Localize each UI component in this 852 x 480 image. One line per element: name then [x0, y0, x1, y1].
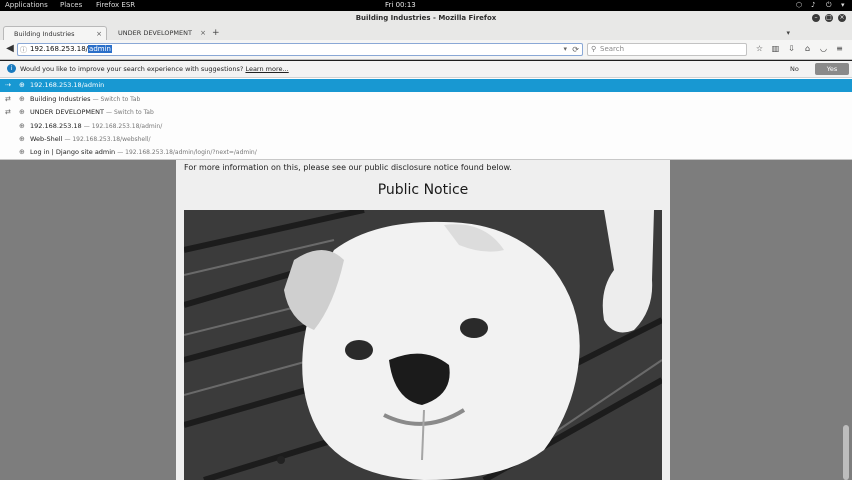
- globe-icon: ⊕: [19, 108, 25, 116]
- yes-button[interactable]: Yes: [815, 63, 849, 75]
- close-tab-icon[interactable]: ×: [96, 27, 102, 40]
- suggestion-message: Would you like to improve your search ex…: [20, 61, 289, 77]
- globe-icon: ⊕: [19, 122, 25, 130]
- page-scrollbar[interactable]: [843, 425, 849, 480]
- volume-icon[interactable]: ♪: [811, 1, 818, 9]
- globe-icon: ⊕: [19, 135, 25, 143]
- autocomplete-item[interactable]: ⇄ ⊕ Building Industries — Switch to Tab: [0, 93, 852, 106]
- top-panel: Applications Places Firefox ESR Fri 00:1…: [0, 0, 852, 11]
- search-suggestion-bar: i Would you like to improve your search …: [0, 61, 852, 78]
- url-text[interactable]: 192.168.253.18/admin: [30, 44, 112, 55]
- maximize-icon[interactable]: □: [825, 14, 833, 22]
- autocomplete-title: Web-Shell: [30, 135, 63, 143]
- suggestion-question: Would you like to improve your search ex…: [20, 65, 244, 73]
- learn-more-link[interactable]: Learn more...: [245, 65, 288, 73]
- search-bar[interactable]: ⚲ Search: [587, 43, 747, 56]
- search-placeholder: Search: [600, 45, 625, 53]
- autocomplete-item[interactable]: ⊕ Log in | Django site admin — 192.168.2…: [0, 146, 852, 159]
- url-bar[interactable]: ⓘ 192.168.253.18/admin ▾ ⟳: [17, 43, 583, 56]
- autocomplete-item[interactable]: ⇄ ⊕ UNDER DEVELOPMENT — Switch to Tab: [0, 106, 852, 119]
- active-app-menu[interactable]: Firefox ESR: [96, 0, 135, 11]
- globe-icon: ⊕: [19, 81, 25, 89]
- desktop: Applications Places Firefox ESR Fri 00:1…: [0, 0, 852, 480]
- tab-strip: Building Industries × UNDER DEVELOPMENT …: [0, 25, 852, 40]
- navigation-toolbar: ◀ ⓘ 192.168.253.18/admin ▾ ⟳ ⚲ Search ☆ …: [0, 40, 852, 59]
- autocomplete-detail: — Switch to Tab: [106, 109, 154, 116]
- bookmark-star-icon[interactable]: ☆: [754, 43, 765, 55]
- url-prefix: 192.168.253.18/: [30, 45, 89, 53]
- page-viewport: For more information on this, please see…: [0, 160, 852, 480]
- switch-tab-icon: ⇄: [5, 108, 11, 116]
- page-title: Public Notice: [377, 182, 469, 198]
- globe-icon: ⊕: [19, 148, 25, 156]
- tab-building-industries[interactable]: Building Industries ×: [3, 26, 107, 40]
- bulldog-image: [184, 210, 662, 480]
- autocomplete-title: Building Industries: [30, 95, 91, 103]
- places-menu[interactable]: Places: [60, 0, 82, 11]
- no-button[interactable]: No: [786, 63, 803, 75]
- list-all-tabs-icon[interactable]: ▾: [786, 26, 790, 40]
- applications-menu[interactable]: Applications: [5, 0, 48, 11]
- autocomplete-item[interactable]: ⇢ ⊕ 192.168.253.18/admin: [0, 79, 852, 92]
- tab-label: Building Industries: [14, 30, 75, 38]
- new-tab-button[interactable]: +: [212, 26, 220, 40]
- autocomplete-title: 192.168.253.18: [30, 122, 82, 130]
- autocomplete-title: UNDER DEVELOPMENT: [30, 108, 104, 116]
- minimize-icon[interactable]: –: [812, 14, 820, 22]
- autocomplete-detail: — 192.168.253.18/admin/: [83, 123, 163, 130]
- site-info-icon[interactable]: ⓘ: [20, 45, 27, 55]
- url-dropdown-icon[interactable]: ▾: [563, 44, 567, 55]
- autocomplete-item[interactable]: ⊕ 192.168.253.18 — 192.168.253.18/admin/: [0, 120, 852, 133]
- disclosure-text: For more information on this, please see…: [184, 163, 512, 172]
- pocket-icon[interactable]: ◡: [818, 43, 829, 55]
- tab-under-development[interactable]: UNDER DEVELOPMENT ×: [108, 26, 210, 40]
- autocomplete-item[interactable]: ⊕ Web-Shell — 192.168.253.18/webshell/: [0, 133, 852, 146]
- switch-tab-icon: ⇄: [5, 95, 11, 103]
- home-icon[interactable]: ⌂: [802, 43, 813, 55]
- url-selected-text: admin: [88, 45, 112, 53]
- autocomplete-detail: — 192.168.253.18/admin/login/?next=/admi…: [117, 149, 257, 156]
- page-content: For more information on this, please see…: [176, 160, 670, 480]
- network-icon[interactable]: ⬡: [796, 1, 803, 9]
- reload-icon[interactable]: ⟳: [572, 44, 579, 55]
- browser-chrome: Building Industries - Mozilla Firefox – …: [0, 11, 852, 60]
- autocomplete-title: Log in | Django site admin: [30, 148, 116, 156]
- autocomplete-detail: — 192.168.253.18/webshell/: [64, 136, 151, 143]
- window-title: Building Industries - Mozilla Firefox: [355, 14, 497, 22]
- globe-icon: ⊕: [19, 95, 25, 103]
- tab-label: UNDER DEVELOPMENT: [118, 29, 192, 37]
- toolbar-buttons: ☆ ▥ ⇩ ⌂ ◡ ≡: [754, 43, 845, 55]
- autocomplete-title: 192.168.253.18/admin: [30, 81, 105, 89]
- info-icon: i: [7, 64, 16, 73]
- back-button[interactable]: ◀: [4, 43, 16, 55]
- close-tab-icon[interactable]: ×: [200, 26, 206, 40]
- system-tray[interactable]: ⬡ ♪ ⏻ ▾: [796, 1, 848, 9]
- chevron-down-icon[interactable]: ▾: [841, 1, 848, 9]
- url-autocomplete-popup: ⇢ ⊕ 192.168.253.18/admin ⇄ ⊕ Building In…: [0, 78, 852, 160]
- search-result-icon: ⇢: [5, 81, 11, 89]
- library-icon[interactable]: ▥: [770, 43, 781, 55]
- search-icon: ⚲: [591, 45, 597, 53]
- hamburger-menu-icon[interactable]: ≡: [834, 43, 845, 55]
- close-icon[interactable]: ×: [838, 14, 846, 22]
- window-controls: – □ ×: [812, 14, 846, 22]
- power-icon[interactable]: ⏻: [826, 1, 833, 9]
- autocomplete-detail: — Switch to Tab: [92, 96, 141, 103]
- bulldog-photo: [184, 210, 662, 480]
- clock[interactable]: Fri 00:13: [385, 0, 416, 11]
- download-icon[interactable]: ⇩: [786, 43, 797, 55]
